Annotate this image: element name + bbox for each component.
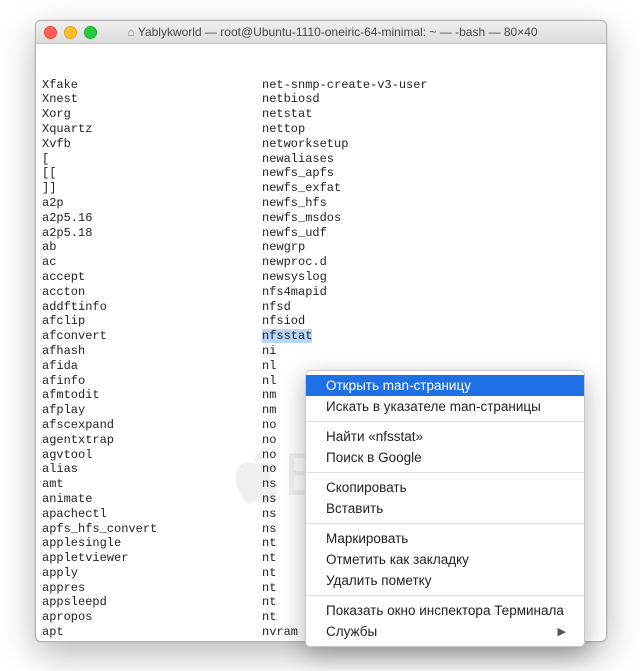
command-name[interactable]: a2p5.18 [42,226,262,241]
command-name[interactable]: newfs_apfs [262,166,428,181]
command-name[interactable]: newfs_udf [262,226,428,241]
window-title-text: Yablykworld — root@Ubuntu-1110-oneiric-6… [138,25,538,39]
command-name[interactable]: applesingle [42,536,262,551]
command-name[interactable]: ac [42,255,262,270]
command-name[interactable]: a2p [42,196,262,211]
command-name[interactable]: afplay [42,403,262,418]
context-menu-item[interactable]: Открыть man-страницу [306,375,584,396]
traffic-lights [44,26,97,39]
home-icon: ⌂ [127,25,134,39]
command-name[interactable]: afclip [42,314,262,329]
command-name[interactable]: apropos [42,610,262,625]
command-name[interactable]: appres [42,581,262,596]
menu-item-label: Поиск в Google [326,450,422,465]
command-name[interactable]: addftinfo [42,300,262,315]
command-name[interactable]: ]] [42,181,262,196]
context-menu-item[interactable]: Маркировать [306,528,584,549]
command-name[interactable]: agvtool [42,448,262,463]
command-name[interactable]: [ [42,152,262,167]
menu-item-label: Искать в указателе man-страницы [326,399,541,414]
context-menu-item[interactable]: Скопировать [306,477,584,498]
command-name[interactable]: Xnest [42,92,262,107]
menu-item-label: Службы [326,624,377,639]
command-name[interactable]: newfs_exfat [262,181,428,196]
menu-item-label: Вставить [326,501,383,516]
command-name[interactable]: afhash [42,344,262,359]
submenu-arrow-icon: ▶ [558,625,566,638]
close-icon[interactable] [44,26,57,39]
command-name[interactable]: nfsd [262,300,428,315]
command-name-selected[interactable]: nfsstat [262,329,312,343]
command-name[interactable]: alias [42,462,262,477]
command-name[interactable]: apply [42,566,262,581]
command-name[interactable]: apachectl [42,507,262,522]
command-name[interactable]: Xquartz [42,122,262,137]
command-name[interactable]: nettop [262,122,428,137]
command-name[interactable]: afmtodit [42,388,262,403]
window-title: ⌂ Yablykworld — root@Ubuntu-1110-oneiric… [107,25,598,39]
command-name[interactable]: Xvfb [42,137,262,152]
menu-item-label: Маркировать [326,531,408,546]
context-menu-item[interactable]: Удалить пометку [306,570,584,591]
command-name[interactable]: agentxtrap [42,433,262,448]
context-menu-item[interactable]: Найти «nfsstat» [306,426,584,447]
menu-separator [306,421,584,422]
command-name[interactable]: ab [42,240,262,255]
command-name[interactable]: ni [262,344,428,359]
command-name[interactable]: appsleepd [42,595,262,610]
menu-item-label: Найти «nfsstat» [326,429,423,444]
command-name[interactable]: apt [42,625,262,640]
command-name[interactable]: animate [42,492,262,507]
command-name[interactable]: nfsiod [262,314,428,329]
command-name[interactable]: newproc.d [262,255,428,270]
command-name[interactable]: afconvert [42,329,262,344]
command-name[interactable]: accton [42,285,262,300]
command-name[interactable]: networksetup [262,137,428,152]
command-name[interactable]: newsyslog [262,270,428,285]
command-name[interactable]: Xorg [42,107,262,122]
command-name[interactable]: newfs_hfs [262,196,428,211]
context-menu-item[interactable]: Службы ▶ [306,621,584,642]
context-menu-item[interactable]: Поиск в Google [306,447,584,468]
command-name[interactable]: amt [42,477,262,492]
menu-item-label: Открыть man-страницу [326,378,471,393]
menu-separator [306,472,584,473]
command-name[interactable]: accept [42,270,262,285]
zoom-icon[interactable] [84,26,97,39]
command-name[interactable]: newfs_msdos [262,211,428,226]
command-name[interactable]: apfs_hfs_convert [42,522,262,537]
minimize-icon[interactable] [64,26,77,39]
command-name[interactable]: a2p5.16 [42,211,262,226]
context-menu: Открыть man-страницу Искать в указателе m… [305,370,585,647]
context-menu-item[interactable]: Отметить как закладку [306,549,584,570]
command-name[interactable]: newaliases [262,152,428,167]
command-name[interactable]: Xfake [42,78,262,93]
command-name[interactable]: netstat [262,107,428,122]
menu-separator [306,523,584,524]
command-name[interactable]: appletviewer [42,551,262,566]
command-name[interactable]: net-snmp-create-v3-user [262,78,428,93]
command-name[interactable]: afscexpand [42,418,262,433]
command-name[interactable]: [[ [42,166,262,181]
menu-separator [306,595,584,596]
command-name[interactable]: nfs4mapid [262,285,428,300]
menu-item-label: Показать окно инспектора Терминала [326,603,564,618]
command-name[interactable]: newgrp [262,240,428,255]
menu-item-label: Отметить как закладку [326,552,469,567]
context-menu-item[interactable]: Показать окно инспектора Терминала [306,600,584,621]
menu-item-label: Скопировать [326,480,407,495]
command-name[interactable]: netbiosd [262,92,428,107]
context-menu-item[interactable]: Искать в указателе man-страницы [306,396,584,417]
command-name[interactable]: afida [42,359,262,374]
command-name[interactable]: afinfo [42,374,262,389]
context-menu-item[interactable]: Вставить [306,498,584,519]
menu-item-label: Удалить пометку [326,573,431,588]
titlebar: ⌂ Yablykworld — root@Ubuntu-1110-oneiric… [36,21,606,44]
command-name[interactable]: apxs [42,640,262,641]
